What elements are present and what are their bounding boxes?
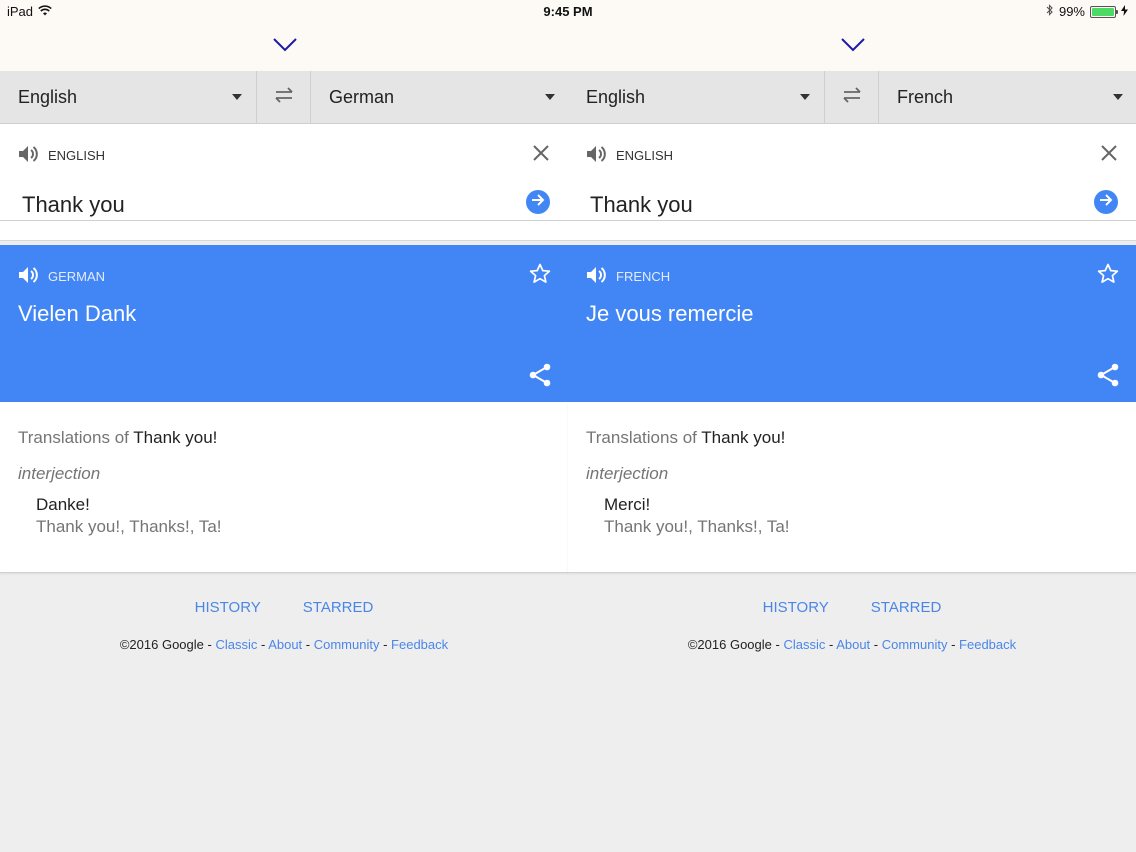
input-underline xyxy=(0,220,568,221)
input-language-label: ENGLISH xyxy=(616,148,674,163)
share-icon[interactable] xyxy=(1097,363,1119,392)
input-card: ENGLISH Thank you xyxy=(0,124,568,241)
target-language-select[interactable]: German xyxy=(310,71,568,123)
about-link[interactable]: About xyxy=(268,637,302,652)
source-language-label: English xyxy=(586,86,646,107)
community-link[interactable]: Community xyxy=(882,637,948,652)
input-card: ENGLISH Thank you xyxy=(568,124,1136,241)
chevron-down-icon[interactable] xyxy=(841,38,865,57)
status-bar: iPad 9:45 PM 99% xyxy=(0,0,1136,24)
copyright-footer: ©2016 Google - Classic - About - Communi… xyxy=(119,637,449,652)
translate-button[interactable] xyxy=(1094,190,1118,214)
language-bar: English German xyxy=(0,71,568,124)
community-link[interactable]: Community xyxy=(314,637,380,652)
top-bar xyxy=(0,24,568,71)
swap-icon xyxy=(841,86,863,108)
dictionary-title-prefix: Translations of xyxy=(586,428,697,447)
part-of-speech: interjection xyxy=(18,464,101,483)
about-link[interactable]: About xyxy=(836,637,870,652)
back-translations: Thank you!, Thanks!, Ta! xyxy=(604,517,790,536)
speaker-icon[interactable] xyxy=(586,144,608,167)
classic-link[interactable]: Classic xyxy=(783,637,825,652)
source-language-select[interactable]: English xyxy=(0,71,257,123)
translate-pane-french: English French ENGLISH Thank you FRENCH … xyxy=(568,24,1136,852)
swap-icon xyxy=(273,86,295,108)
translated-text: Je vous remercie xyxy=(586,301,754,326)
translate-pane-german: English German ENGLISH Thank you GERMAN … xyxy=(0,24,568,852)
dropdown-caret-icon xyxy=(1113,94,1123,100)
top-bar xyxy=(568,24,1136,71)
translation-result-card: FRENCH Je vous remercie xyxy=(568,245,1136,402)
source-text-input[interactable]: Thank you xyxy=(22,192,125,218)
feedback-link[interactable]: Feedback xyxy=(959,637,1016,652)
swap-languages-button[interactable] xyxy=(257,71,310,123)
starred-link[interactable]: STARRED xyxy=(871,599,942,616)
input-underline xyxy=(568,220,1136,221)
star-icon[interactable] xyxy=(1097,263,1119,289)
source-language-label: English xyxy=(18,86,78,107)
starred-link[interactable]: STARRED xyxy=(303,599,374,616)
star-icon[interactable] xyxy=(529,263,551,289)
battery-icon xyxy=(1090,5,1118,18)
dictionary-card: Translations of Thank you! interjection … xyxy=(0,402,568,573)
speaker-icon[interactable] xyxy=(18,265,40,288)
history-link[interactable]: HISTORY xyxy=(763,599,829,616)
dropdown-caret-icon xyxy=(545,94,555,100)
close-icon[interactable] xyxy=(533,145,549,166)
arrow-right-icon xyxy=(1099,193,1113,212)
dictionary-word[interactable]: Merci! xyxy=(604,495,650,515)
target-language-select[interactable]: French xyxy=(878,71,1136,123)
dictionary-card: Translations of Thank you! interjection … xyxy=(568,402,1136,573)
chevron-down-icon[interactable] xyxy=(273,38,297,57)
share-icon[interactable] xyxy=(529,363,551,392)
target-language-label: German xyxy=(329,86,395,107)
dropdown-caret-icon xyxy=(232,94,242,100)
copyright-text: ©2016 Google xyxy=(119,637,204,652)
clock: 9:45 PM xyxy=(543,4,593,19)
output-language-label: GERMAN xyxy=(48,269,106,284)
footer-nav: HISTORY STARRED xyxy=(0,599,568,616)
translation-result-card: GERMAN Vielen Dank xyxy=(0,245,568,402)
dictionary-word[interactable]: Danke! xyxy=(36,495,90,515)
copyright-text: ©2016 Google xyxy=(687,637,772,652)
target-language-label: French xyxy=(897,86,954,107)
speaker-icon[interactable] xyxy=(586,265,608,288)
charging-icon xyxy=(1121,4,1128,19)
feedback-link[interactable]: Feedback xyxy=(391,637,448,652)
swap-languages-button[interactable] xyxy=(825,71,878,123)
dictionary-title-term: Thank you! xyxy=(701,428,786,447)
dictionary-title-prefix: Translations of xyxy=(18,428,129,447)
language-bar: English French xyxy=(568,71,1136,124)
footer-nav: HISTORY STARRED xyxy=(568,599,1136,616)
source-language-select[interactable]: English xyxy=(568,71,825,123)
input-language-label: ENGLISH xyxy=(48,148,106,163)
dictionary-title-term: Thank you! xyxy=(133,428,218,447)
history-link[interactable]: HISTORY xyxy=(195,599,261,616)
close-icon[interactable] xyxy=(1101,145,1117,166)
speaker-icon[interactable] xyxy=(18,144,40,167)
dropdown-caret-icon xyxy=(800,94,810,100)
translated-text: Vielen Dank xyxy=(18,301,137,326)
output-language-label: FRENCH xyxy=(616,269,671,284)
source-text-input[interactable]: Thank you xyxy=(590,192,693,218)
translate-button[interactable] xyxy=(526,190,550,214)
battery-percent: 99% xyxy=(1058,4,1085,19)
part-of-speech: interjection xyxy=(586,464,669,483)
back-translations: Thank you!, Thanks!, Ta! xyxy=(36,517,222,536)
classic-link[interactable]: Classic xyxy=(215,637,257,652)
bluetooth-icon xyxy=(1046,4,1054,19)
arrow-right-icon xyxy=(531,193,545,212)
copyright-footer: ©2016 Google - Classic - About - Communi… xyxy=(687,637,1017,652)
